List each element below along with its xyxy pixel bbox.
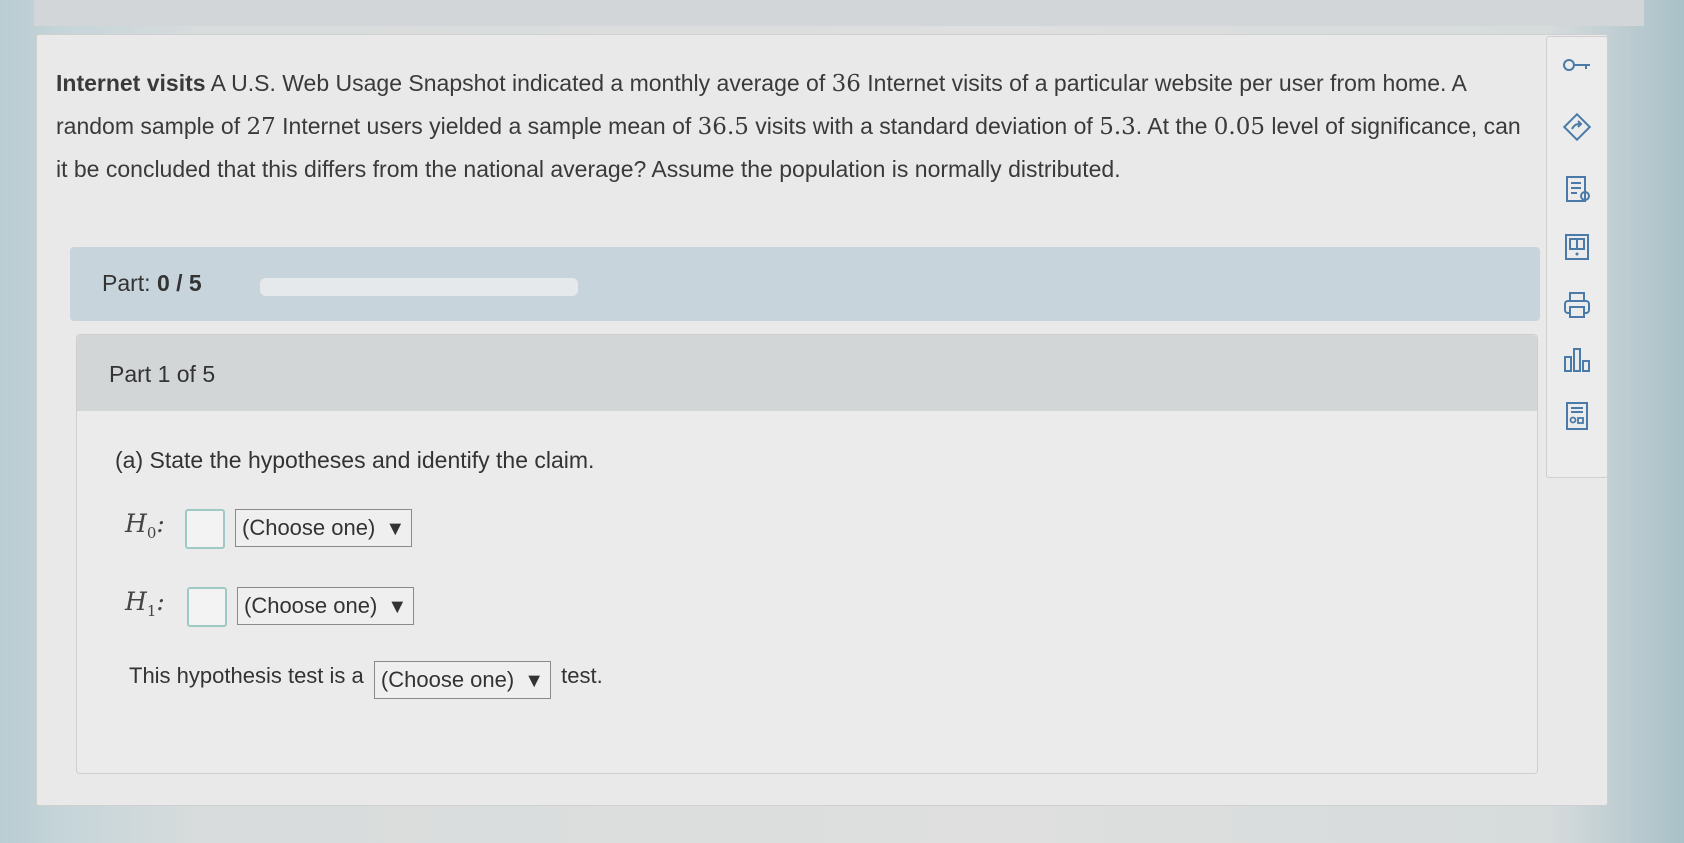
question-text: (a) State the hypotheses and identify th… (115, 447, 595, 473)
problem-text: visits with a standard deviation of (748, 113, 1100, 139)
problem-text: . At the (1135, 113, 1214, 139)
part-progress-bar: Part: 0 / 5 (70, 247, 1540, 321)
calculator-icon[interactable] (1557, 395, 1597, 435)
test-type-prefix: This hypothesis test is a (129, 663, 364, 688)
significance-level: 0.05 (1213, 114, 1265, 140)
top-bar (34, 0, 1644, 26)
h1-answer-box[interactable] (187, 587, 227, 627)
problem-text: Internet users yielded a sample mean of (275, 113, 698, 139)
notes-icon[interactable] (1557, 169, 1597, 209)
sample-mean: 36.5 (697, 114, 749, 140)
problem-statement: Internet visits A U.S. Web Usage Snapsho… (56, 62, 1526, 190)
chevron-down-icon: ▼ (524, 670, 545, 692)
part-label-text: Part: (102, 270, 151, 296)
part-panel-title: Part 1 of 5 (109, 361, 216, 387)
h1-claim-dropdown[interactable]: (Choose one) ▼ (237, 587, 415, 625)
h1-row: H1: (Choose one) ▼ (125, 585, 425, 627)
problem-title: Internet visits (56, 70, 206, 96)
part-progress-value: 0 / 5 (156, 270, 202, 296)
problem-text: A U.S. Web Usage Snapshot indicated a mo… (205, 70, 832, 96)
part-panel: Part 1 of 5 (a) State the hypotheses and… (76, 334, 1538, 774)
sample-size: 27 (246, 114, 276, 140)
print-icon[interactable] (1557, 285, 1597, 325)
population-mean: 36 (831, 71, 861, 97)
h0-claim-dropdown[interactable]: (Choose one) ▼ (235, 509, 413, 547)
bar-chart-icon[interactable] (1557, 339, 1597, 379)
h1-label: H1: (125, 587, 165, 620)
progress-track (260, 278, 578, 296)
part-panel-header: Part 1 of 5 (77, 335, 1537, 411)
chevron-down-icon: ▼ (387, 596, 408, 618)
test-type-suffix: test. (561, 663, 603, 688)
side-toolbar (1546, 36, 1608, 478)
test-type-dropdown[interactable]: (Choose one) ▼ (373, 661, 552, 699)
standard-deviation: 5.3 (1099, 114, 1136, 140)
book-icon[interactable] (1557, 227, 1597, 267)
h0-label: H0: (125, 509, 165, 542)
h0-answer-box[interactable] (185, 509, 225, 549)
test-type-sentence: This hypothesis test is a (Choose one) ▼ … (129, 657, 603, 699)
h0-row: H0: (Choose one) ▼ (125, 507, 425, 549)
arrow-diamond-icon[interactable] (1557, 107, 1597, 147)
chevron-down-icon: ▼ (385, 518, 406, 540)
key-icon[interactable] (1557, 45, 1597, 85)
part-progress-label: Part: 0 / 5 (102, 270, 202, 297)
